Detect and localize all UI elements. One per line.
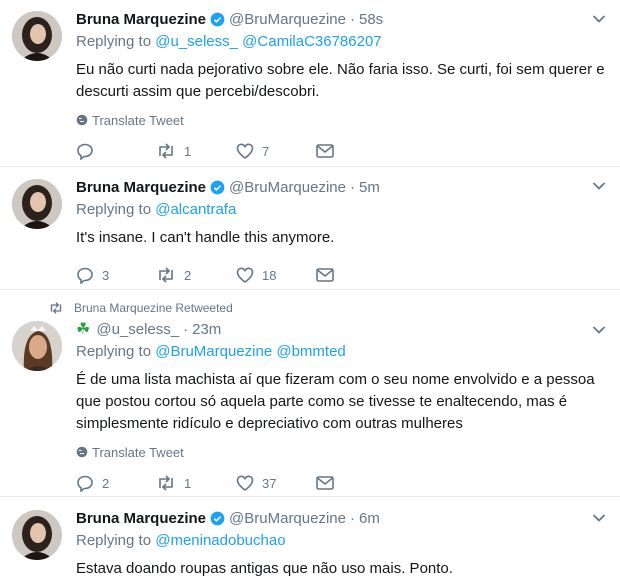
chevron-down-icon[interactable] (592, 325, 606, 335)
tweet-header: Bruna Marquezine @BruMarquezine · 6m (76, 508, 604, 528)
like-count: 7 (262, 143, 270, 159)
verified-badge-icon (210, 12, 225, 26)
retweet-count: 1 (184, 143, 192, 159)
reply-button[interactable]: 2 (76, 474, 156, 492)
translate-tweet[interactable]: Translate Tweet (76, 111, 604, 129)
envelope-icon (316, 476, 334, 490)
separator-dot: · (349, 178, 355, 196)
timestamp[interactable]: 5m (359, 179, 380, 196)
replying-to: Replying to @BruMarquezine @bmmted (76, 343, 604, 363)
mention-link[interactable]: @CamilaC36786207 (242, 33, 381, 50)
reply-button[interactable]: 3 (76, 266, 156, 284)
separator-dot: · (349, 10, 355, 28)
chevron-down-icon[interactable] (592, 181, 606, 191)
direct-message-button[interactable] (316, 144, 396, 158)
translate-label[interactable]: Translate Tweet (92, 445, 184, 460)
retweet-icon (50, 302, 62, 314)
tweet-text: É de uma lista machista aí que fizeram c… (76, 371, 595, 432)
author-handle[interactable]: @BruMarquezine (229, 179, 346, 196)
mention-link[interactable]: @alcantrafa (155, 201, 236, 218)
envelope-icon (316, 144, 334, 158)
replying-label: Replying to (76, 532, 152, 549)
reply-icon (77, 143, 93, 160)
avatar[interactable] (12, 510, 62, 560)
heart-icon (236, 475, 254, 491)
tweet-text: It's insane. I can't handle this anymore… (76, 229, 335, 246)
mention-link[interactable]: @meninadobuchao (155, 532, 285, 549)
globe-icon (76, 446, 88, 458)
mention-link[interactable]: @bmmted (276, 343, 345, 360)
envelope-icon (316, 268, 334, 282)
timeline: Bruna Marquezine @BruMarquezine · 58s Re… (0, 0, 620, 587)
like-button[interactable]: 18 (236, 267, 316, 283)
retweet-icon (159, 143, 173, 159)
separator-dot: · (183, 320, 189, 338)
like-button[interactable]: 37 (236, 475, 316, 491)
avatar[interactable] (12, 179, 62, 229)
chevron-down-icon[interactable] (592, 513, 606, 523)
heart-icon (236, 267, 254, 283)
retweet-button[interactable]: 1 (156, 143, 236, 159)
translate-tweet[interactable]: Translate Tweet (76, 443, 604, 461)
replying-label: Replying to (76, 201, 152, 218)
timestamp[interactable]: 58s (359, 11, 383, 28)
retweet-count: 1 (184, 475, 192, 491)
timestamp[interactable]: 6m (359, 510, 380, 527)
separator-dot: · (349, 509, 355, 527)
translate-label[interactable]: Translate Tweet (92, 113, 184, 128)
author-handle[interactable]: @BruMarquezine (229, 510, 346, 527)
author-name[interactable]: Bruna Marquezine (76, 510, 206, 527)
tweet[interactable]: Bruna Marquezine @BruMarquezine · 58s Re… (0, 0, 620, 167)
replying-label: Replying to (76, 33, 152, 50)
timestamp[interactable]: 23m (192, 321, 221, 338)
direct-message-button[interactable] (316, 268, 396, 282)
verified-badge-icon (210, 511, 225, 525)
tweet-text: Estava doando roupas antigas que não uso… (76, 560, 453, 577)
heart-icon (236, 143, 254, 159)
replying-label: Replying to (76, 343, 152, 360)
avatar[interactable] (12, 11, 62, 61)
avatar[interactable] (12, 321, 62, 371)
reply-count: 3 (102, 267, 110, 283)
direct-message-button[interactable] (316, 476, 396, 490)
tweet-header: Bruna Marquezine @BruMarquezine · 58s (76, 9, 604, 29)
author-name[interactable]: Bruna Marquezine (76, 179, 206, 196)
retweeted-by-label[interactable]: Bruna Marquezine Retweeted (74, 301, 233, 315)
verified-badge-icon (210, 180, 225, 194)
tweet[interactable]: Bruna Marquezine @BruMarquezine · 5m Rep… (0, 167, 620, 290)
reply-icon (77, 267, 93, 284)
retweet-icon (159, 475, 173, 491)
replying-to: Replying to @u_seless_ @CamilaC36786207 (76, 33, 604, 53)
clover-emoji: ☘ (76, 321, 91, 338)
reply-icon (77, 475, 93, 492)
retweet-button[interactable]: 1 (156, 475, 236, 491)
mention-link[interactable]: @u_seless_ (155, 33, 238, 50)
like-count: 18 (262, 267, 277, 283)
replying-to: Replying to @alcantrafa (76, 201, 604, 221)
tweet-text: Eu não curti nada pejorativo sobre ele. … (76, 61, 605, 100)
tweet[interactable]: Bruna Marquezine @BruMarquezine · 6m Rep… (0, 497, 620, 587)
globe-icon (76, 114, 88, 126)
tweet-header: Bruna Marquezine @BruMarquezine · 5m (76, 177, 604, 197)
author-handle[interactable]: @BruMarquezine (229, 11, 346, 28)
reply-count: 2 (102, 475, 110, 491)
reply-button[interactable] (76, 142, 156, 160)
retweeted-by: Bruna Marquezine Retweeted (48, 299, 604, 317)
retweet-count: 2 (184, 267, 192, 283)
tweet-header: ☘ @u_seless_ · 23m (76, 319, 604, 339)
like-count: 37 (262, 475, 277, 491)
tweet[interactable]: Bruna Marquezine Retweeted ☘ @u_seless_ … (0, 290, 620, 497)
replying-to: Replying to @meninadobuchao (76, 532, 604, 552)
mention-link[interactable]: @BruMarquezine (155, 343, 272, 360)
retweet-icon (159, 267, 173, 283)
author-handle[interactable]: @u_seless_ (96, 321, 179, 338)
chevron-down-icon[interactable] (592, 14, 606, 24)
retweet-button[interactable]: 2 (156, 267, 236, 283)
author-name[interactable]: Bruna Marquezine (76, 11, 206, 28)
like-button[interactable]: 7 (236, 143, 316, 159)
